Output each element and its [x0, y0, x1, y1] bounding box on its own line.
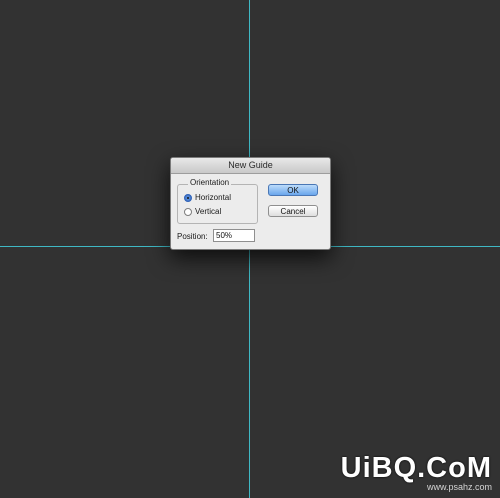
radio-vertical[interactable]: Vertical: [184, 206, 221, 217]
position-input[interactable]: 50%: [213, 229, 255, 242]
cancel-button[interactable]: Cancel: [268, 205, 318, 217]
radio-checked-icon[interactable]: [184, 193, 192, 202]
orientation-label: Orientation: [188, 178, 232, 187]
new-guide-dialog: New Guide Orientation Horizontal Vertica…: [170, 157, 331, 250]
dialog-title: New Guide: [171, 158, 330, 174]
radio-vertical-label[interactable]: Vertical: [195, 207, 221, 216]
orientation-group: Orientation Horizontal Vertical: [177, 178, 258, 224]
site-watermark: UiBQ.CoM www.psahz.com: [341, 452, 492, 492]
ok-button[interactable]: OK: [268, 184, 318, 196]
radio-unchecked-icon[interactable]: [184, 207, 192, 216]
watermark-logo-text: UiBQ.CoM: [340, 452, 492, 484]
position-label: Position:: [177, 232, 208, 241]
radio-horizontal-label[interactable]: Horizontal: [195, 193, 231, 202]
radio-horizontal[interactable]: Horizontal: [184, 192, 231, 203]
